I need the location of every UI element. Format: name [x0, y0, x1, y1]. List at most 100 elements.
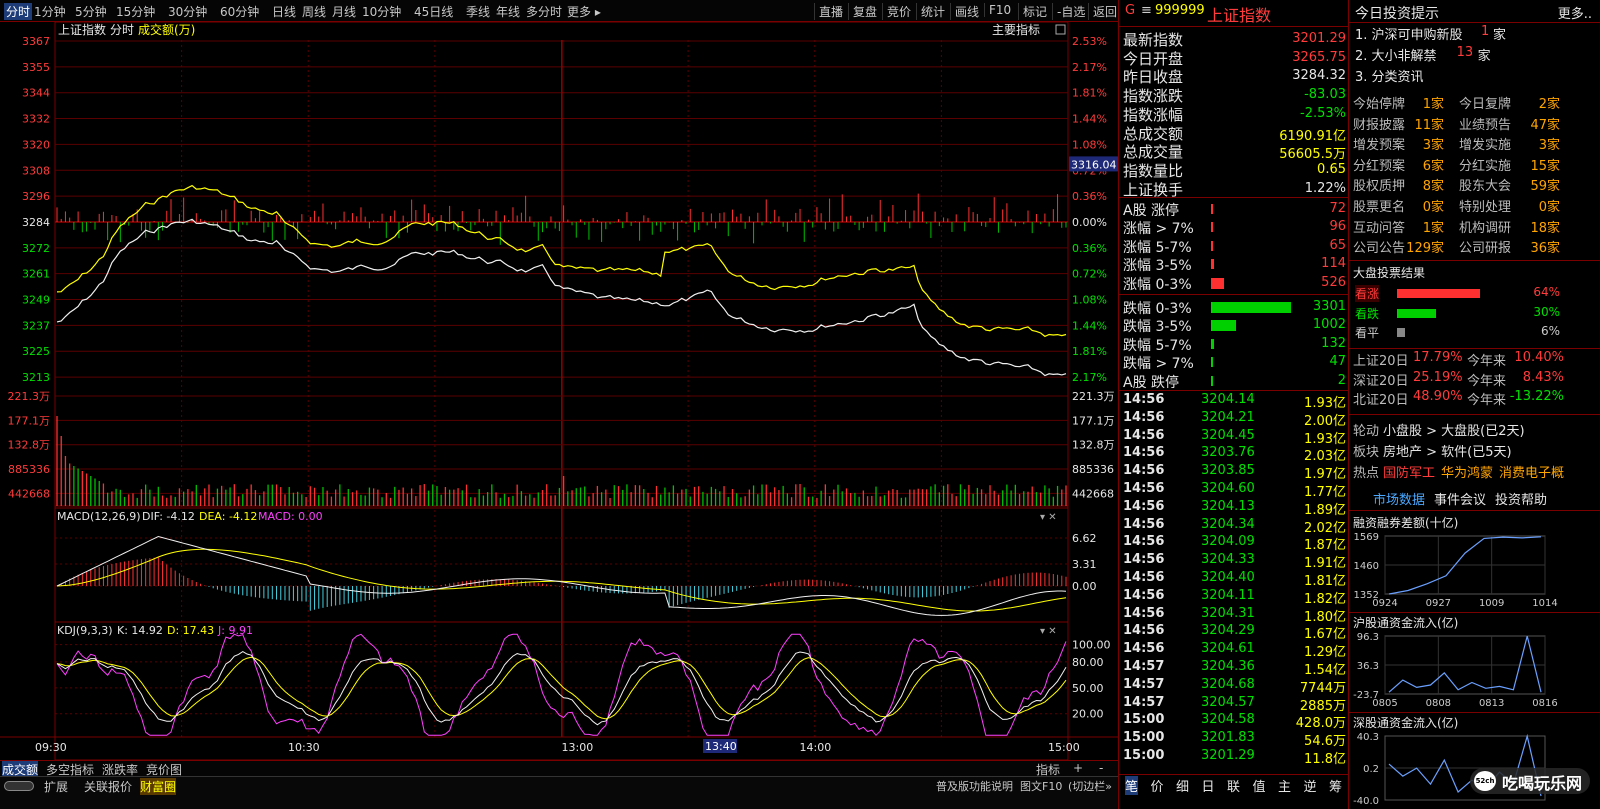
rotation-value[interactable]: 小盘股 > 大盘股(已2天) [1383, 420, 1525, 439]
intraday-chart[interactable]: 上证指数 分时 成交额(万) 主要指标 3367 2.53% 3355 2.17% 3344 1.… [0, 22, 1120, 760]
hot-topic[interactable]: 华为鸿蒙 [1441, 462, 1493, 481]
stat-label[interactable]: 股票更名 [1353, 196, 1405, 215]
side-link-2[interactable]: 投资帮助 [1495, 489, 1547, 508]
toolbar-button-3[interactable]: 统计 [916, 3, 945, 20]
period-tab-4[interactable]: 30分钟 [168, 3, 207, 20]
vol-tick-right: 885336 [1072, 463, 1114, 476]
side-more-link[interactable]: 更多.. [1558, 3, 1592, 22]
price-tick: 3344 [22, 87, 50, 100]
footer-item-1[interactable]: 关联报价 [84, 778, 132, 795]
footer-right-1[interactable]: 图文F10 [1020, 778, 1062, 794]
period-tab-9[interactable]: 10分钟 [362, 3, 401, 20]
tick-price: 3204.14 [1201, 392, 1255, 407]
chart-vol-label: 成交额(万) [138, 22, 195, 37]
ticks-tab-1[interactable]: 价 [1151, 776, 1164, 795]
period-tab-0[interactable]: 分时 [4, 3, 33, 20]
toolbar-button-1[interactable]: 复盘 [848, 3, 877, 20]
toolbar-button-2[interactable]: 竞价 [882, 3, 911, 20]
ticks-tab-2[interactable]: 细 [1176, 776, 1189, 795]
vol-tick-right: 221.3万 [1072, 390, 1115, 403]
side-sep [1349, 712, 1600, 713]
period-tab-10[interactable]: 45日线 [414, 3, 453, 20]
indicator-toggle-icon[interactable] [1055, 24, 1066, 35]
price-tick: 3320 [22, 138, 50, 151]
toggle-switch[interactable] [4, 781, 34, 791]
toolbar-button-5[interactable]: F10 [984, 3, 1011, 17]
menu-icon[interactable]: ≡ [1141, 3, 1152, 18]
tick-price: 3201.29 [1201, 748, 1255, 763]
period-tab-2[interactable]: 5分钟 [75, 3, 107, 20]
hot-topic[interactable]: 国防军工 [1383, 462, 1435, 481]
tick-amount: 1.54亿 [1304, 663, 1346, 678]
side-sep [1349, 348, 1600, 349]
ticks-tab-7[interactable]: 逆 [1304, 776, 1317, 795]
period-tab-11[interactable]: 季线 [466, 3, 490, 20]
side-link-0[interactable]: 市场数据 [1373, 489, 1425, 508]
hot-topic[interactable]: 消费电子概 [1499, 462, 1564, 481]
side-link-1[interactable]: 事件会议 [1434, 489, 1486, 508]
breadth-label: 涨幅 5-7% [1123, 239, 1192, 256]
macd-dropdown-icon[interactable]: ▾ ✕ [1040, 512, 1057, 523]
vote-label[interactable]: 看涨 [1355, 285, 1380, 302]
period-tab-1[interactable]: 1分钟 [34, 3, 66, 20]
tip-item[interactable]: 3. 分类资讯 [1355, 66, 1424, 85]
ticks-tab-8[interactable]: 筹 [1329, 776, 1342, 795]
bottom-right-1[interactable]: + [1073, 761, 1083, 775]
tip-item[interactable]: 2. 大小非解禁 [1355, 45, 1437, 64]
stat-label[interactable]: 机构调研 [1459, 217, 1511, 236]
ticks-tab-0[interactable]: 笔 [1125, 776, 1139, 795]
toolbar-button-7[interactable]: -自选 [1052, 3, 1085, 20]
footer-item-2[interactable]: 财富圈 [140, 778, 177, 795]
stat-label[interactable]: 增发实施 [1459, 134, 1511, 153]
ticks-tab-4[interactable]: 联 [1227, 776, 1240, 795]
period-tab-7[interactable]: 周线 [302, 3, 326, 20]
perf-label: 北证20日 [1353, 393, 1409, 408]
period-tab-8[interactable]: 月线 [332, 3, 356, 20]
stat-label[interactable]: 特别处理 [1459, 196, 1511, 215]
ticks-tab-5[interactable]: 值 [1253, 776, 1266, 795]
stat-label[interactable]: 互动问答 [1353, 217, 1405, 236]
price-tick: 3261 [22, 268, 50, 281]
footer-item-0[interactable]: 扩展 [44, 778, 68, 795]
bottom-right-2[interactable]: - [1099, 761, 1103, 775]
period-tab-3[interactable]: 15分钟 [116, 3, 155, 20]
stat-label[interactable]: 分红实施 [1459, 155, 1511, 174]
period-tab-5[interactable]: 60分钟 [220, 3, 259, 20]
toolbar-button-8[interactable]: 返回 [1088, 3, 1117, 20]
side-title: 今日投资提示 [1355, 6, 1439, 22]
stat-label[interactable]: 股权质押 [1353, 175, 1405, 194]
period-tab-6[interactable]: 日线 [272, 3, 296, 20]
stat-label[interactable]: 分红预案 [1353, 155, 1405, 174]
footer-right-0[interactable]: 普及版功能说明 [936, 778, 1013, 794]
stat-label[interactable]: 今日复牌 [1459, 93, 1511, 112]
ticks-tab-6[interactable]: 主 [1278, 776, 1291, 795]
footer-right-2[interactable]: (切边栏» [1068, 778, 1112, 794]
quote-sep [1119, 197, 1351, 198]
vote-label[interactable]: 看跌 [1355, 305, 1379, 322]
period-tab-12[interactable]: 年线 [496, 3, 520, 20]
stat-label[interactable]: 公司研报 [1459, 237, 1511, 256]
breadth-bar [1211, 338, 1215, 349]
stat-label[interactable]: 股东大会 [1459, 175, 1511, 194]
rotation-value[interactable]: 房地产 > 软件(已5天) [1383, 441, 1512, 460]
toolbar-button-4[interactable]: 画线 [950, 3, 979, 20]
toolbar-button-0[interactable]: 直播 [814, 3, 843, 20]
stat-label[interactable]: 财报披露 [1353, 114, 1405, 133]
main-indicator-label[interactable]: 主要指标 [992, 22, 1040, 37]
toolbar-button-6[interactable]: 标记 [1018, 3, 1047, 20]
tip-item[interactable]: 1. 沪深可申购新股 [1355, 24, 1463, 43]
perf-label2: 今年来 [1467, 373, 1507, 389]
vote-label[interactable]: 看平 [1355, 324, 1379, 341]
stat-label[interactable]: 增发预案 [1353, 134, 1405, 153]
stat-label[interactable]: 公司公告 [1353, 237, 1405, 256]
stat-label[interactable]: 业绩预告 [1459, 114, 1511, 133]
period-tab-13[interactable]: 多分时 [526, 3, 562, 20]
breadth-value: 132 [1321, 335, 1346, 351]
ticks-tab-3[interactable]: 日 [1202, 776, 1215, 795]
kdj-dropdown-icon[interactable]: ▾ ✕ [1040, 626, 1057, 637]
stat-label[interactable]: 今始停牌 [1353, 93, 1405, 112]
period-tab-14[interactable]: 更多 ▸ [567, 3, 601, 20]
macd-title: MACD(12,26,9) [57, 510, 141, 523]
breadth-label: 涨幅 > 7% [1123, 221, 1194, 238]
tick-price: 3204.61 [1201, 641, 1255, 657]
